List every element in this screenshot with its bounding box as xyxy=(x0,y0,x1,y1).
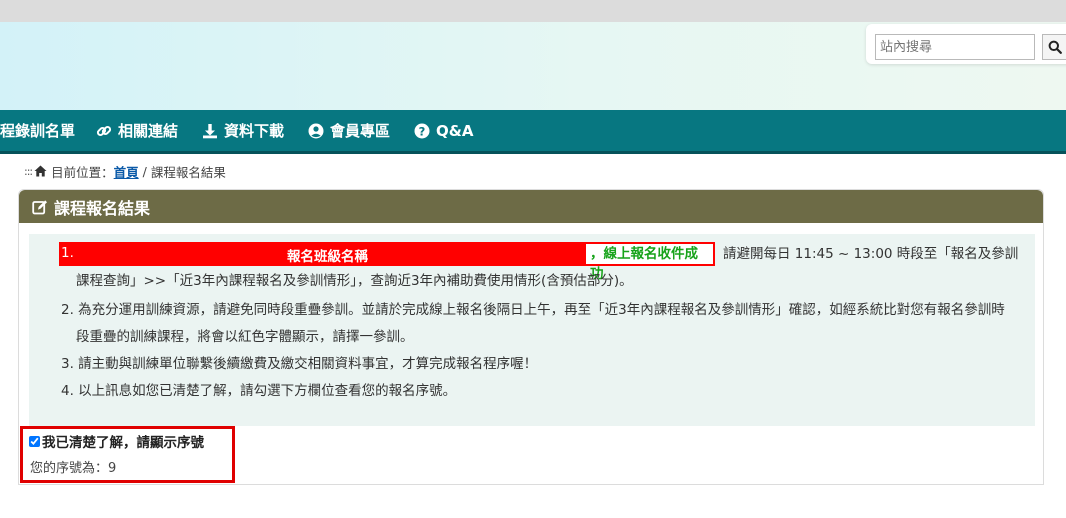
success-message: ，線上報名收件成功 xyxy=(586,244,713,282)
search-box xyxy=(866,24,1066,64)
nav-item-label: Q&A xyxy=(436,121,474,140)
nav-item-qa[interactable]: ? Q&A xyxy=(414,110,473,151)
breadcrumb-home-link[interactable]: 首頁 xyxy=(114,162,139,181)
notice-item-number: 1. xyxy=(61,245,74,261)
nav-item-downloads[interactable]: 資料下載 xyxy=(202,110,284,151)
main-nav: 程錄訓名單 相關連結 資料下載 會員專區 ? Q&A xyxy=(0,110,1066,154)
home-icon xyxy=(34,165,47,177)
class-name: 報名班級名稱 xyxy=(287,249,368,265)
svg-text:?: ? xyxy=(419,124,426,138)
nav-item-links[interactable]: 相關連結 xyxy=(96,110,178,151)
notice-item-2-line-1: 2. 為充分運用訓練資源，請避免同時段重疊參訓。並請於完成線上報名後隔日上午，再… xyxy=(61,302,1005,318)
search-input[interactable] xyxy=(875,34,1035,60)
notice-item-1-text-a: 請避開每日 11:45 ~ 13:00 時段至「報名及參訓 xyxy=(723,246,1019,262)
search-button[interactable] xyxy=(1042,34,1066,60)
download-icon xyxy=(203,123,217,138)
nav-item-label: 程錄訓名單 xyxy=(0,122,76,140)
nav-item-member[interactable]: 會員專區 xyxy=(308,110,390,151)
question-circle-icon: ? xyxy=(414,123,430,138)
breadcrumb: ::: 目前位置： 首頁 / 課程報名結果 xyxy=(24,161,226,181)
notice-item-4: 4. 以上訊息如您已清楚了解，請勾選下方欄位查看您的報名序號。 xyxy=(61,383,457,399)
edit-icon xyxy=(32,199,47,214)
breadcrumb-prefix: 目前位置： xyxy=(51,164,114,180)
user-circle-icon xyxy=(308,123,324,138)
nav-item-label: 資料下載 xyxy=(224,122,285,140)
site-header xyxy=(0,22,1066,110)
confirm-box: 我已清楚了解，請顯示序號 您的序號為：9 xyxy=(20,426,235,483)
panel-header: 課程報名結果 xyxy=(19,190,1043,223)
panel-title: 課程報名結果 xyxy=(54,198,151,218)
browser-top-strip xyxy=(0,0,1066,22)
nav-item-training-list[interactable]: 程錄訓名單 xyxy=(0,110,75,151)
enrolled-class-highlight: 1. 報名班級名稱 ，線上報名收件成功 xyxy=(59,242,715,282)
notice-item-2-line-2: 段重疊的訓練課程，將會以紅色字體顯示，請擇一參訓。 xyxy=(76,329,414,345)
notice-item-1-text-b: 課程查詢」>>「近3年內課程報名及參訓情形」，查詢近3年內補助費使用情形(含預估… xyxy=(76,273,633,289)
link-icon xyxy=(96,125,112,136)
sequence-number: 您的序號為：9 xyxy=(30,461,117,476)
confirm-checkbox[interactable] xyxy=(29,435,40,447)
confirm-checkbox-label: 我已清楚了解，請顯示序號 xyxy=(42,435,204,451)
breadcrumb-dots: ::: xyxy=(24,164,33,178)
breadcrumb-current: 課程報名結果 xyxy=(150,164,226,180)
notice-item-3: 3. 請主動與訓練單位聯繫後續繳費及繳交相關資料事宜，才算完成報名程序喔！ xyxy=(61,356,538,372)
search-icon xyxy=(1048,40,1062,54)
nav-item-label: 相關連結 xyxy=(118,122,179,140)
breadcrumb-separator: / xyxy=(138,163,151,179)
nav-item-label: 會員專區 xyxy=(330,122,391,140)
confirm-checkbox-row[interactable]: 我已清楚了解，請顯示序號 xyxy=(29,431,204,451)
notice-box: 1. 報名班級名稱 ，線上報名收件成功 請避開每日 11:45 ~ 13:00 … xyxy=(29,234,1035,426)
